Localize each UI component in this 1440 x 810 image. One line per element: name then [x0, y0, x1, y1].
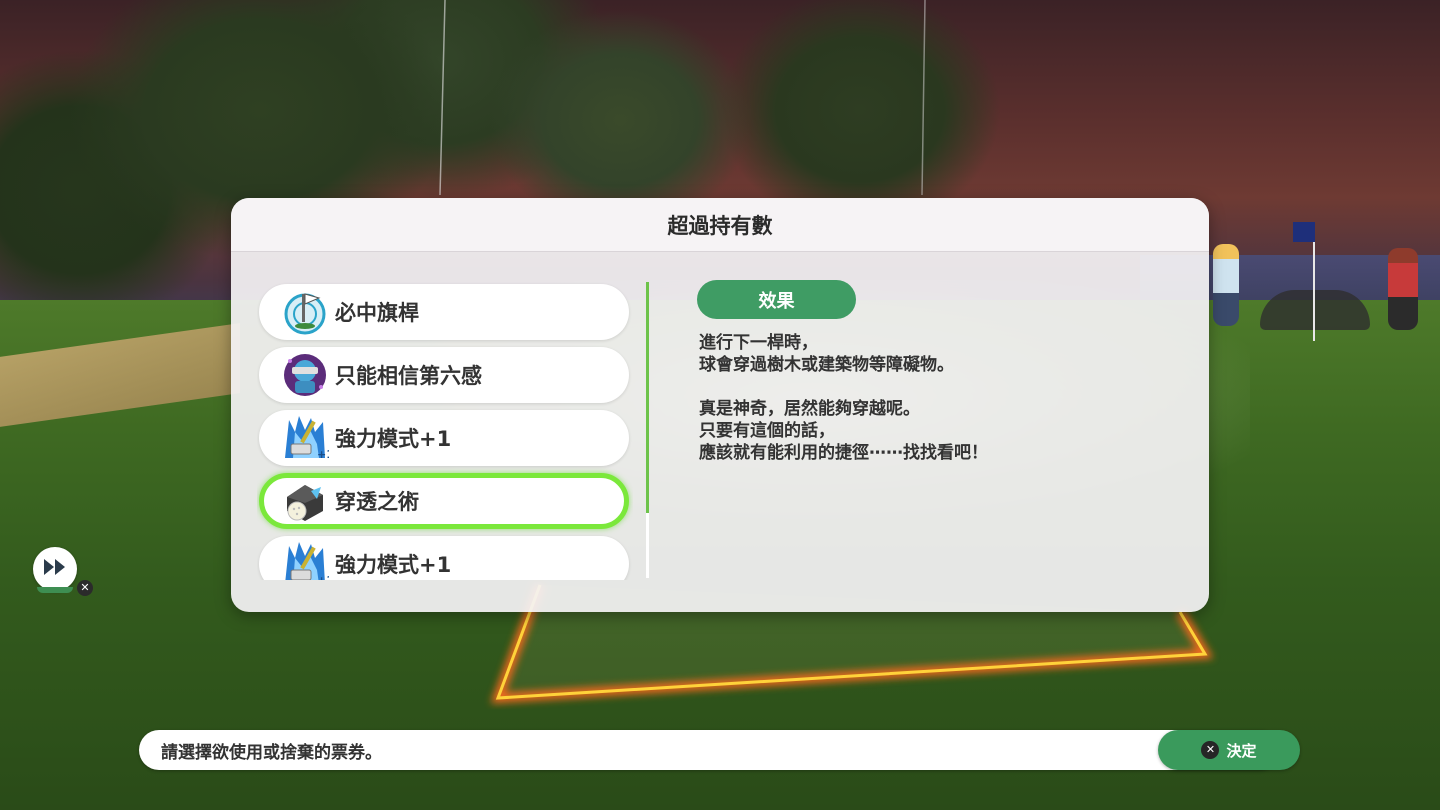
instruction-bar: 請選擇欲使用或捨棄的票券。	[139, 730, 1279, 770]
ticket-label: 穿透之術	[335, 490, 419, 514]
ticket-overflow-dialog: 超過持有數 必中旗桿 只能相信第六感 + 強力模式+1 穿透之術 強力模式+1 …	[231, 198, 1209, 612]
effect-line: 球會穿過樹木或建築物等障礙物。	[699, 355, 954, 375]
blindfold-robot-icon	[279, 349, 331, 401]
svg-text:+1: +1	[317, 574, 329, 580]
effect-badge: 效果	[697, 280, 856, 319]
svg-text:+1: +1	[317, 448, 329, 461]
skip-button[interactable]	[33, 547, 77, 593]
ticket-label: 強力模式+1	[335, 427, 452, 451]
effect-line: 應該就有能利用的捷徑⋯⋯找找看吧！	[699, 443, 988, 463]
ticket-item-selected[interactable]: 穿透之術	[259, 473, 629, 529]
dialog-title: 超過持有數	[667, 213, 773, 238]
ticket-item[interactable]: 只能相信第六感	[259, 347, 629, 403]
effect-line	[699, 376, 1179, 398]
effect-line: 進行下一桿時，	[699, 333, 818, 353]
ticket-list[interactable]: 必中旗桿 只能相信第六感 + 強力模式+1 穿透之術 強力模式+1	[257, 282, 633, 580]
scroll-indicator[interactable]	[646, 282, 649, 578]
effect-line: 只要有這個的話，	[699, 421, 835, 441]
ticket-item[interactable]: 必中旗桿	[259, 284, 629, 340]
ticket-label: 必中旗桿	[335, 301, 419, 325]
effect-description: 進行下一桿時， 球會穿過樹木或建築物等障礙物。 真是神奇，居然能夠穿越呢。 只要…	[699, 332, 1179, 464]
ticket-label: 只能相信第六感	[335, 364, 482, 388]
ticket-label: 強力模式+1	[335, 553, 452, 577]
instruction-text: 請選擇欲使用或捨棄的票券。	[161, 742, 382, 763]
flag-target-icon	[279, 286, 331, 338]
effect-line: 真是神奇，居然能夠穿越呢。	[699, 399, 920, 419]
dialog-header: 超過持有數	[231, 198, 1209, 252]
confirm-label: 決定	[1226, 741, 1257, 760]
cross-button-icon: ✕	[77, 580, 93, 596]
confirm-button[interactable]: ✕ 決定	[1158, 730, 1300, 770]
cross-button-icon: ✕	[1201, 741, 1220, 759]
power-club-icon: +1	[279, 538, 331, 580]
phase-ball-icon	[279, 475, 331, 527]
fast-forward-icon	[42, 557, 68, 581]
effect-badge-label: 效果	[758, 290, 795, 312]
power-club-icon: +1	[279, 412, 331, 464]
ticket-item[interactable]: +1 強力模式+1	[259, 536, 629, 580]
ticket-item[interactable]: +1 強力模式+1	[259, 410, 629, 466]
